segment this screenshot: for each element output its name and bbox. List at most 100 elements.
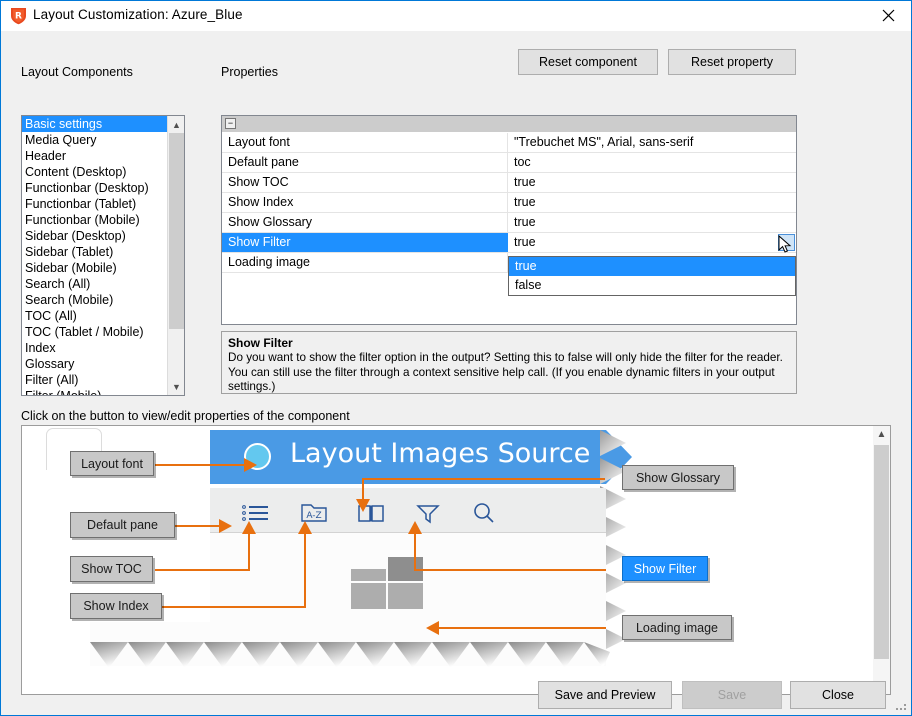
list-item[interactable]: Filter (All) <box>22 372 167 388</box>
property-name: Loading image <box>222 253 508 272</box>
arrow-head-right <box>219 519 232 533</box>
properties-group-header: − <box>222 116 796 133</box>
arrow-head-left <box>426 621 439 635</box>
loading-image-block <box>351 583 386 609</box>
list-item[interactable]: TOC (All) <box>22 308 167 324</box>
layout-components-listbox[interactable]: Basic settings Media Query Header Content (… <box>21 115 185 396</box>
torn-edge-bottom <box>90 642 610 668</box>
arrow-head-up <box>408 521 422 534</box>
dropdown-option[interactable]: true <box>509 257 795 276</box>
save-button: Save <box>682 681 782 709</box>
list-item[interactable]: Index <box>22 340 167 356</box>
dropdown-option[interactable]: false <box>509 276 795 295</box>
connector-loading-image <box>438 627 606 629</box>
list-item[interactable]: Sidebar (Tablet) <box>22 244 167 260</box>
mouse-cursor <box>778 234 793 258</box>
svg-text:R: R <box>15 12 22 22</box>
list-item[interactable]: Media Query <box>22 132 167 148</box>
toc-list-icon[interactable] <box>234 500 278 526</box>
preview-canvas: Layout Images Source A-Z Layout font Def… <box>22 426 874 694</box>
connector-show-index <box>160 606 306 608</box>
value-dropdown-list[interactable]: true false <box>508 256 796 296</box>
callout-default-pane[interactable]: Default pane <box>70 512 175 538</box>
list-item[interactable]: Filter (Mobile) <box>22 388 167 395</box>
layout-customization-window: R Layout Customization: Azure_Blue Reset… <box>0 0 912 716</box>
window-title: Layout Customization: Azure_Blue <box>33 7 243 22</box>
property-name: Show Index <box>222 193 508 212</box>
arrow-head-up <box>242 521 256 534</box>
reset-component-button[interactable]: Reset component <box>518 49 658 75</box>
svg-text:A-Z: A-Z <box>306 511 321 521</box>
callout-loading-image[interactable]: Loading image <box>622 615 732 640</box>
save-and-preview-button[interactable]: Save and Preview <box>538 681 672 709</box>
loading-image-block <box>388 583 423 609</box>
property-row[interactable]: Layout font "Trebuchet MS", Arial, sans-s… <box>222 133 796 153</box>
layout-preview-panel[interactable]: Layout Images Source A-Z Layout font Def… <box>21 425 891 695</box>
search-magnifier-icon[interactable] <box>462 500 506 526</box>
list-item[interactable]: Search (All) <box>22 276 167 292</box>
close-button[interactable]: Close <box>790 681 886 709</box>
scroll-down-icon[interactable]: ▼ <box>168 378 184 395</box>
property-value[interactable]: toc <box>508 153 796 172</box>
property-row[interactable]: Show Filter true <box>222 233 796 253</box>
arrow-head-down <box>356 499 370 512</box>
components-scrollbar[interactable]: ▲ ▼ <box>167 116 184 395</box>
preview-scrollbar[interactable]: ▲ ▼ <box>873 426 890 694</box>
arrow-head-up <box>298 521 312 534</box>
description-text: Do you want to show the filter option in… <box>228 351 783 393</box>
list-item[interactable]: TOC (Tablet / Mobile) <box>22 324 167 340</box>
scroll-thumb[interactable] <box>874 445 889 659</box>
property-name: Show Filter <box>222 233 508 252</box>
list-item[interactable]: Sidebar (Desktop) <box>22 228 167 244</box>
property-row[interactable]: Show Index true <box>222 193 796 213</box>
property-row[interactable]: Default pane toc <box>222 153 796 173</box>
collapse-group-icon[interactable]: − <box>225 118 236 129</box>
scroll-up-icon[interactable]: ▲ <box>873 426 890 443</box>
callout-show-glossary[interactable]: Show Glossary <box>622 465 734 490</box>
scroll-up-icon[interactable]: ▲ <box>168 116 184 133</box>
reset-property-button[interactable]: Reset property <box>668 49 796 75</box>
property-value[interactable]: "Trebuchet MS", Arial, sans-serif <box>508 133 796 152</box>
property-value[interactable]: true <box>508 193 796 212</box>
layout-components-label: Layout Components <box>21 65 133 79</box>
resize-grip-icon[interactable] <box>896 700 908 712</box>
preview-hint: Click on the button to view/edit propert… <box>21 409 350 423</box>
callout-show-index[interactable]: Show Index <box>70 593 162 619</box>
callout-layout-font[interactable]: Layout font <box>70 451 154 476</box>
property-value[interactable]: true <box>508 233 796 252</box>
preview-banner-title: Layout Images Source <box>290 438 591 469</box>
callout-show-filter[interactable]: Show Filter <box>622 556 708 581</box>
close-window-button[interactable] <box>865 1 911 30</box>
list-item[interactable]: Glossary <box>22 356 167 372</box>
list-item[interactable]: Content (Desktop) <box>22 164 167 180</box>
description-title: Show Filter <box>228 336 293 350</box>
property-row[interactable]: Show Glossary true <box>222 213 796 233</box>
callout-show-toc[interactable]: Show TOC <box>70 556 153 582</box>
list-item[interactable]: Basic settings <box>22 116 167 132</box>
connector-show-filter <box>416 569 606 571</box>
property-row[interactable]: Show TOC true <box>222 173 796 193</box>
property-value[interactable]: true <box>508 173 796 192</box>
arrow-head-right <box>244 458 257 472</box>
property-name: Show Glossary <box>222 213 508 232</box>
property-name: Layout font <box>222 133 508 152</box>
property-name: Show TOC <box>222 173 508 192</box>
title-bar: R Layout Customization: Azure_Blue <box>1 1 911 31</box>
list-item[interactable]: Functionbar (Desktop) <box>22 180 167 196</box>
property-name: Default pane <box>222 153 508 172</box>
connector-show-toc <box>155 569 250 571</box>
loading-image-block <box>351 569 386 581</box>
list-item[interactable]: Sidebar (Mobile) <box>22 260 167 276</box>
connector-show-index-v <box>304 533 306 608</box>
list-item[interactable]: Header <box>22 148 167 164</box>
properties-grid[interactable]: − Layout font "Trebuchet MS", Arial, sans… <box>221 115 797 325</box>
robohelp-shield-icon: R <box>10 7 27 25</box>
close-icon <box>882 9 894 22</box>
list-item[interactable]: Search (Mobile) <box>22 292 167 308</box>
properties-label: Properties <box>221 65 278 79</box>
dialog-body: Reset component Reset property Layout Co… <box>1 31 911 715</box>
list-item[interactable]: Functionbar (Mobile) <box>22 212 167 228</box>
scroll-thumb[interactable] <box>169 133 184 329</box>
property-value[interactable]: true <box>508 213 796 232</box>
list-item[interactable]: Functionbar (Tablet) <box>22 196 167 212</box>
